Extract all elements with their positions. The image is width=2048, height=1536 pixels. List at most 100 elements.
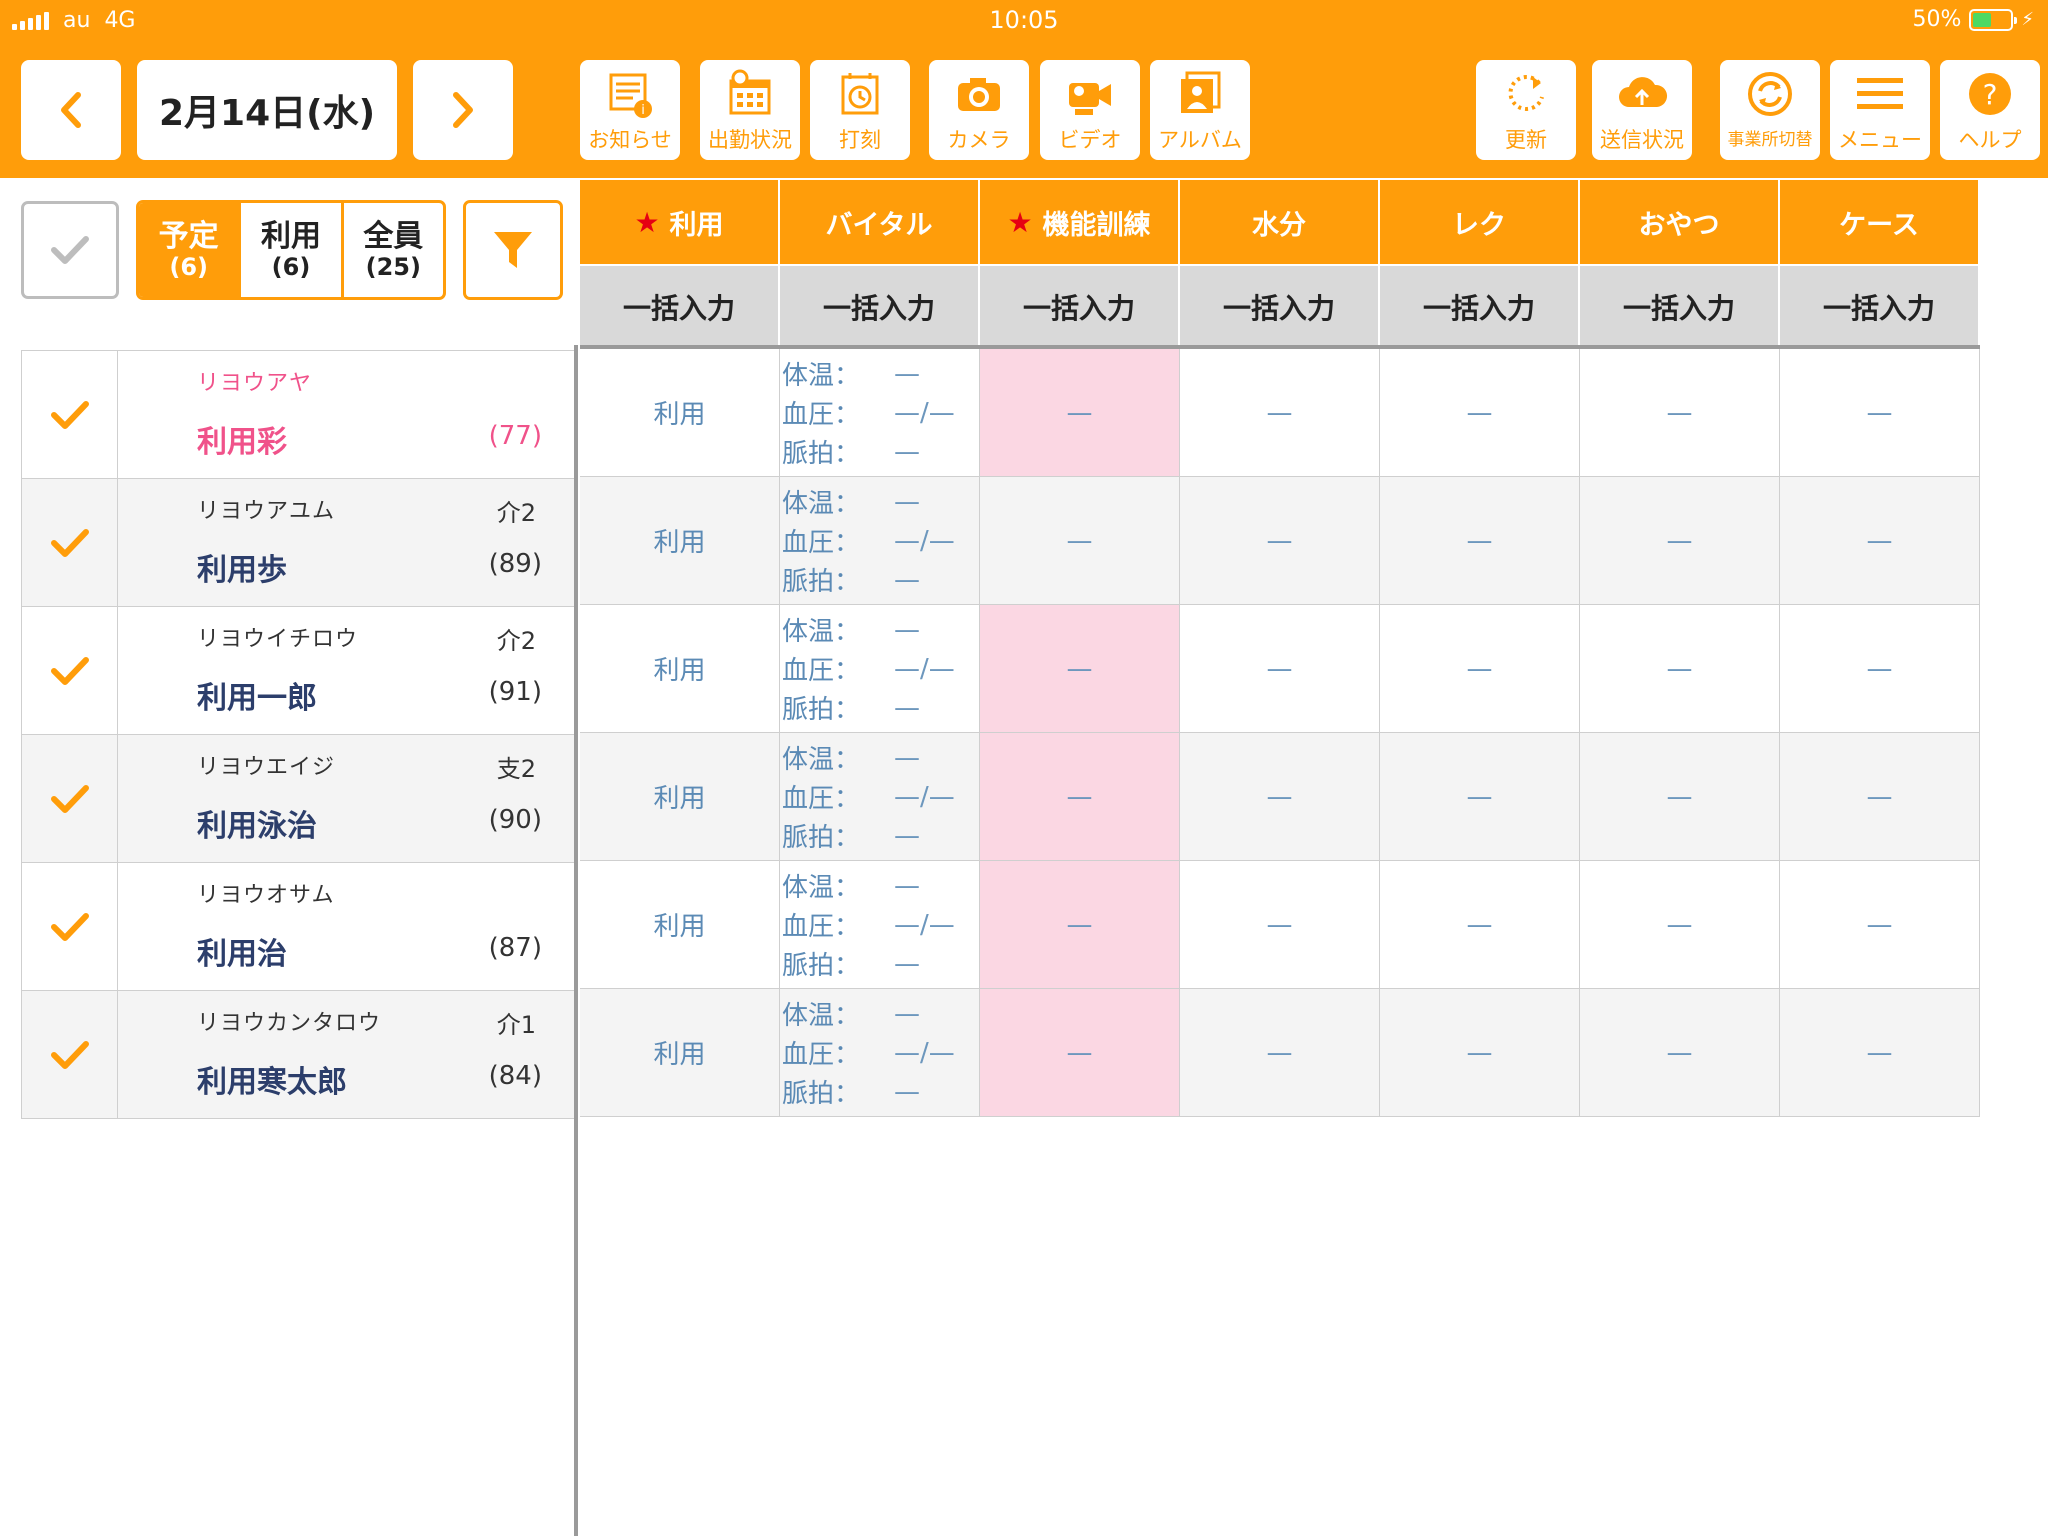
training-cell[interactable]: — [980,605,1180,732]
snack-cell[interactable]: — [1580,605,1780,732]
usage-cell[interactable]: 利用 [580,989,780,1116]
water-cell[interactable]: — [1180,605,1380,732]
snack-cell[interactable]: — [1580,989,1780,1116]
resident-checkbox[interactable] [22,991,118,1118]
filter-button[interactable] [463,200,563,300]
camera-button[interactable]: カメラ [929,60,1029,160]
case-cell[interactable]: — [1780,861,1980,988]
video-button[interactable]: ビデオ [1040,60,1140,160]
usage-cell[interactable]: 利用 [580,349,780,476]
timeclock-button[interactable]: 打刻 [810,60,910,160]
usage-cell[interactable]: 利用 [580,733,780,860]
case-value: — [1866,781,1893,812]
current-date[interactable]: 2月14日(水) [137,60,397,160]
vitals-cell[interactable]: 体温： — 血圧： —/— 脈拍： — [780,989,980,1116]
training-cell[interactable]: — [980,733,1180,860]
tab-using[interactable]: 利用 (6) [238,203,340,297]
pulse-line: 脈拍： — [782,1072,979,1111]
bulk-input-button-case[interactable]: 一括入力 [1780,266,1980,348]
tab-scheduled-count: (6) [169,253,208,281]
case-cell[interactable]: — [1780,989,1980,1116]
bulk-input-button-usage[interactable]: 一括入力 [580,266,780,348]
column-header-vital[interactable]: バイタル [780,180,980,264]
menu-button[interactable]: メニュー [1830,60,1930,160]
bulk-input-button-training[interactable]: 一括入力 [980,266,1180,348]
water-cell[interactable]: — [1180,989,1380,1116]
refresh-button[interactable]: 更新 [1476,60,1576,160]
snack-cell[interactable]: — [1580,861,1780,988]
snack-cell[interactable]: — [1580,349,1780,476]
column-header-case[interactable]: ケース [1780,180,1980,264]
resident-checkbox[interactable] [22,735,118,862]
vitals-cell[interactable]: 体温： — 血圧： —/— 脈拍： — [780,349,980,476]
bulk-input-button-snack[interactable]: 一括入力 [1580,266,1780,348]
switch-office-button[interactable]: 事業所切替 [1720,60,1820,160]
resident-checkbox[interactable] [22,479,118,606]
vitals-cell[interactable]: 体温： — 血圧： —/— 脈拍： — [780,733,980,860]
tab-all[interactable]: 全員 (25) [340,203,443,297]
snack-cell[interactable]: — [1580,477,1780,604]
album-button[interactable]: アルバム [1150,60,1250,160]
usage-cell[interactable]: 利用 [580,477,780,604]
previous-day-button[interactable] [21,60,121,160]
training-cell[interactable]: — [980,989,1180,1116]
case-cell[interactable]: — [1780,733,1980,860]
rec-cell[interactable]: — [1380,861,1580,988]
chevron-right-icon [453,92,473,128]
column-header-usage[interactable]: ★ 利用 [580,180,780,264]
snack-cell[interactable]: — [1580,733,1780,860]
water-cell[interactable]: — [1180,477,1380,604]
case-value: — [1866,525,1893,556]
resident-row[interactable]: リヨウアヤ 利用彩 (77) [21,351,576,479]
video-camera-icon [1069,83,1111,115]
bulk-input-button-water[interactable]: 一括入力 [1180,266,1380,348]
water-value: — [1266,1037,1293,1068]
resident-row[interactable]: リヨウエイジ 支2 利用泳治 (90) [21,735,576,863]
bulk-input-button-rec[interactable]: 一括入力 [1380,266,1580,348]
tab-scheduled[interactable]: 予定 (6) [139,203,239,297]
notice-button[interactable]: i お知らせ [580,60,680,160]
case-cell[interactable]: — [1780,477,1980,604]
status-bar: au 4G 10:05 50% ⚡ [0,0,2048,42]
rec-cell[interactable]: — [1380,349,1580,476]
resident-row[interactable]: リヨウカンタロウ 介1 利用寒太郎 (84) [21,991,576,1119]
column-header-training[interactable]: ★ 機能訓練 [980,180,1180,264]
bulk-input-button-vital[interactable]: 一括入力 [780,266,980,348]
rec-cell[interactable]: — [1380,733,1580,860]
svg-text:?: ? [1983,78,1998,111]
usage-cell[interactable]: 利用 [580,605,780,732]
water-cell[interactable]: — [1180,861,1380,988]
vitals-cell[interactable]: 体温： — 血圧： —/— 脈拍： — [780,861,980,988]
column-header-water[interactable]: 水分 [1180,180,1380,264]
resident-checkbox[interactable] [22,863,118,990]
column-header-rec[interactable]: レク [1380,180,1580,264]
training-cell[interactable]: — [980,861,1180,988]
rec-cell[interactable]: — [1380,477,1580,604]
case-cell[interactable]: — [1780,605,1980,732]
resident-checkbox[interactable] [22,607,118,734]
resident-row[interactable]: リヨウオサム 利用治 (87) [21,863,576,991]
rec-cell[interactable]: — [1380,989,1580,1116]
case-value: — [1866,909,1893,940]
send-status-button[interactable]: 送信状況 [1592,60,1692,160]
case-cell[interactable]: — [1780,349,1980,476]
training-cell[interactable]: — [980,349,1180,476]
help-button[interactable]: ? ヘルプ [1940,60,2040,160]
water-cell[interactable]: — [1180,733,1380,860]
training-cell[interactable]: — [980,477,1180,604]
select-all-checkbox[interactable] [21,201,119,299]
water-cell[interactable]: — [1180,349,1380,476]
attendance-button[interactable]: 出勤状況 [700,60,800,160]
next-day-button[interactable] [413,60,513,160]
column-header-snack[interactable]: おやつ [1580,180,1780,264]
usage-cell[interactable]: 利用 [580,861,780,988]
checkmark-icon [50,784,89,813]
vitals-cell[interactable]: 体温： — 血圧： —/— 脈拍： — [780,605,980,732]
resident-row[interactable]: リヨウアユム 介2 利用歩 (89) [21,479,576,607]
switch-office-icon [1748,72,1792,116]
resident-row[interactable]: リヨウイチロウ 介2 利用一郎 (91) [21,607,576,735]
resident-checkbox[interactable] [22,351,118,478]
rec-cell[interactable]: — [1380,605,1580,732]
training-value: — [1066,397,1093,428]
vitals-cell[interactable]: 体温： — 血圧： —/— 脈拍： — [780,477,980,604]
